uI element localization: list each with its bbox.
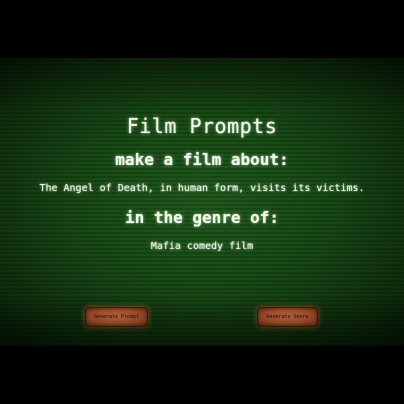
genre-heading: in the genre of: [124,208,280,227]
crt-screen: Film Prompts make a film about: The Ange… [0,58,404,346]
generate-prompt-button[interactable]: Generate Prompt [85,307,148,327]
page-title: Film Prompts [126,114,278,138]
genre-text: Mafia comedy film [150,241,254,252]
generate-prompt-label: Generate Prompt [93,314,140,320]
generate-genre-label: Generate Genre [266,314,309,320]
about-heading: make a film about: [115,150,289,169]
app-viewport: Film Prompts make a film about: The Ange… [0,0,404,404]
generate-genre-button[interactable]: Generate Genre [257,307,318,327]
film-prompt-text: The Angel of Death, in human form, visit… [39,183,365,194]
